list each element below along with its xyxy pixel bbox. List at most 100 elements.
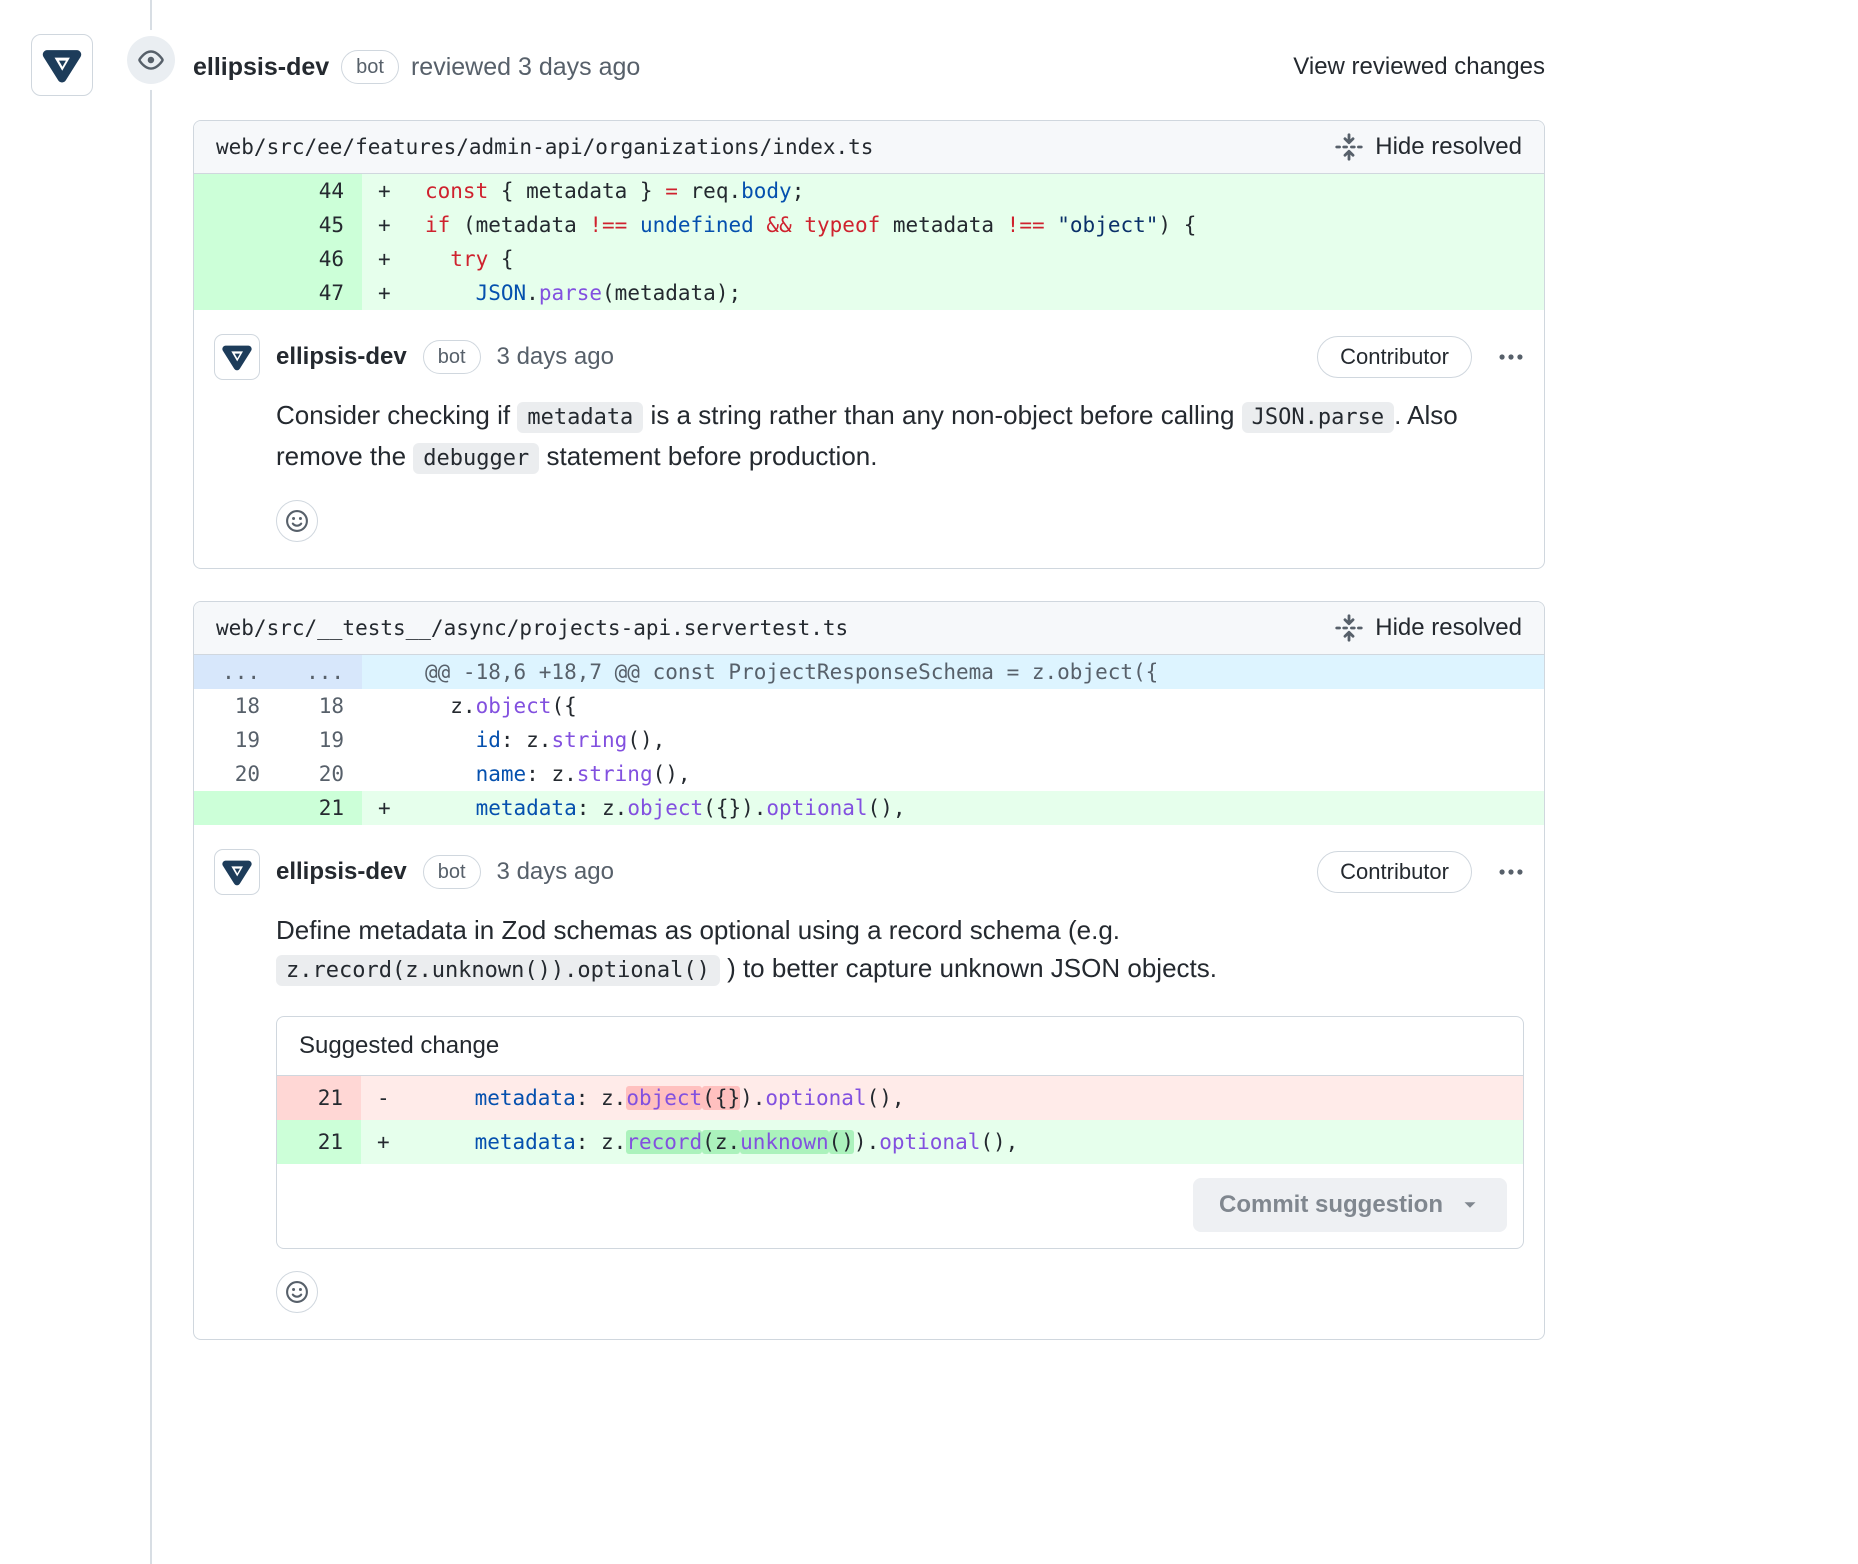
comment-options-button[interactable]: [1498, 344, 1524, 370]
line-number[interactable]: 19: [194, 723, 278, 757]
view-reviewed-changes-link[interactable]: View reviewed changes: [1293, 53, 1545, 81]
commit-suggestion-label: Commit suggestion: [1219, 1191, 1443, 1219]
suggested-change-title: Suggested change: [277, 1017, 1523, 1076]
fold-icon: [1335, 614, 1363, 642]
line-number[interactable]: 19: [278, 723, 362, 757]
smiley-icon: [285, 1280, 309, 1304]
bot-badge: bot: [341, 50, 399, 84]
suggestion-diff-table: 21- metadata: z.object({}).optional(),21…: [277, 1076, 1523, 1164]
line-number[interactable]: ...: [194, 655, 278, 689]
inline-code: z.record(z.unknown()).optional(): [276, 955, 720, 986]
code-line: + metadata: z.object({}).optional(),: [362, 791, 1544, 825]
comment-timestamp[interactable]: 3 days ago: [497, 343, 614, 371]
diff-row: ......@@ -18,6 +18,7 @@ const ProjectRes…: [194, 655, 1544, 689]
comment-body: Consider checking if metadata is a strin…: [276, 396, 1524, 478]
eye-icon: [138, 47, 164, 73]
commenter-avatar[interactable]: [214, 334, 260, 380]
file-header: web/src/__tests__/async/projects-api.ser…: [194, 602, 1544, 655]
kebab-icon: [1498, 344, 1524, 370]
bot-badge: bot: [423, 855, 481, 889]
code-line: +const { metadata } = req.body;: [362, 174, 1544, 208]
ellipsis-dev-logo-icon: [41, 44, 83, 86]
diff-row: 47+ JSON.parse(metadata);: [194, 276, 1544, 310]
line-number[interactable]: [194, 791, 278, 825]
review-comment-card-1: web/src/ee/features/admin-api/organizati…: [193, 120, 1545, 569]
review-thread: ellipsis-dev bot reviewed 3 days ago Vie…: [193, 0, 1545, 1400]
file-header: web/src/ee/features/admin-api/organizati…: [194, 121, 1544, 174]
code-line: + try {: [362, 242, 1544, 276]
hide-resolved-label: Hide resolved: [1375, 133, 1522, 161]
hide-resolved-label: Hide resolved: [1375, 614, 1522, 642]
diff-table: 44+const { metadata } = req.body;45+if (…: [194, 174, 1544, 310]
code-line: + metadata: z.record(z.unknown()).option…: [361, 1120, 1523, 1164]
diff-row: 2020 name: z.string(),: [194, 757, 1544, 791]
reviewer-name[interactable]: ellipsis-dev: [193, 53, 329, 82]
comment-body: Define metadata in Zod schemas as option…: [276, 911, 1524, 990]
line-number[interactable]: 44: [278, 174, 362, 208]
smiley-icon: [285, 509, 309, 533]
hide-resolved-button[interactable]: Hide resolved: [1335, 614, 1522, 642]
suggestion-footer: Commit suggestion: [277, 1164, 1523, 1248]
diff-row: 45+if (metadata !== undefined && typeof …: [194, 208, 1544, 242]
line-number[interactable]: 47: [278, 276, 362, 310]
line-number[interactable]: 21: [277, 1076, 361, 1120]
line-number[interactable]: 45: [278, 208, 362, 242]
comment-timestamp[interactable]: 3 days ago: [497, 858, 614, 886]
file-path-link[interactable]: web/src/ee/features/admin-api/organizati…: [216, 135, 873, 159]
line-number[interactable]: 20: [194, 757, 278, 791]
comment-header: ellipsis-dev bot 3 days ago Contributor: [214, 849, 1524, 895]
ellipsis-dev-logo-icon: [221, 856, 253, 888]
line-number[interactable]: [194, 174, 278, 208]
line-number[interactable]: ...: [278, 655, 362, 689]
add-reaction-button[interactable]: [276, 1271, 318, 1313]
code-line: name: z.string(),: [362, 757, 1544, 791]
ellipsis-dev-logo-icon: [221, 341, 253, 373]
review-action-text: reviewed 3 days ago: [411, 53, 640, 82]
diff-row: 21+ metadata: z.record(z.unknown()).opti…: [277, 1120, 1523, 1164]
review-comment-card-2: web/src/__tests__/async/projects-api.ser…: [193, 601, 1545, 1340]
line-number[interactable]: 21: [278, 791, 362, 825]
comment-options-button[interactable]: [1498, 859, 1524, 885]
eye-review-badge: [127, 36, 175, 84]
contributor-badge: Contributor: [1317, 851, 1472, 893]
line-number[interactable]: [194, 242, 278, 276]
code-line: @@ -18,6 +18,7 @@ const ProjectResponseS…: [362, 655, 1544, 689]
hide-resolved-button[interactable]: Hide resolved: [1335, 133, 1522, 161]
commenter-name[interactable]: ellipsis-dev: [276, 343, 407, 371]
caret-down-icon: [1459, 1194, 1481, 1216]
diff-row: 46+ try {: [194, 242, 1544, 276]
code-line: +if (metadata !== undefined && typeof me…: [362, 208, 1544, 242]
file-path-link[interactable]: web/src/__tests__/async/projects-api.ser…: [216, 616, 848, 640]
line-number[interactable]: 20: [278, 757, 362, 791]
suggested-change-block: Suggested change 21- metadata: z.object(…: [276, 1016, 1524, 1249]
inline-code: debugger: [413, 443, 539, 474]
comment: ellipsis-dev bot 3 days ago Contributor …: [194, 825, 1544, 1339]
line-number[interactable]: 46: [278, 242, 362, 276]
comment-header: ellipsis-dev bot 3 days ago Contributor: [214, 334, 1524, 380]
commenter-name[interactable]: ellipsis-dev: [276, 858, 407, 886]
diff-table: ......@@ -18,6 +18,7 @@ const ProjectRes…: [194, 655, 1544, 825]
inline-code: metadata: [517, 402, 643, 433]
diff-row: 1919 id: z.string(),: [194, 723, 1544, 757]
commenter-avatar[interactable]: [214, 849, 260, 895]
line-number[interactable]: 18: [194, 689, 278, 723]
code-line: + JSON.parse(metadata);: [362, 276, 1544, 310]
commit-suggestion-button[interactable]: Commit suggestion: [1193, 1178, 1507, 1232]
diff-row: 44+const { metadata } = req.body;: [194, 174, 1544, 208]
review-header: ellipsis-dev bot reviewed 3 days ago Vie…: [193, 42, 1545, 92]
kebab-icon: [1498, 859, 1524, 885]
add-reaction-button[interactable]: [276, 500, 318, 542]
line-number[interactable]: 18: [278, 689, 362, 723]
diff-row: 1818 z.object({: [194, 689, 1544, 723]
fold-icon: [1335, 133, 1363, 161]
reviewer-avatar[interactable]: [31, 34, 93, 96]
diff-row: 21- metadata: z.object({}).optional(),: [277, 1076, 1523, 1120]
bot-badge: bot: [423, 340, 481, 374]
code-line: - metadata: z.object({}).optional(),: [361, 1076, 1523, 1120]
contributor-badge: Contributor: [1317, 336, 1472, 378]
line-number[interactable]: [194, 276, 278, 310]
line-number[interactable]: 21: [277, 1120, 361, 1164]
inline-code: JSON.parse: [1242, 402, 1394, 433]
diff-row: 21+ metadata: z.object({}).optional(),: [194, 791, 1544, 825]
line-number[interactable]: [194, 208, 278, 242]
